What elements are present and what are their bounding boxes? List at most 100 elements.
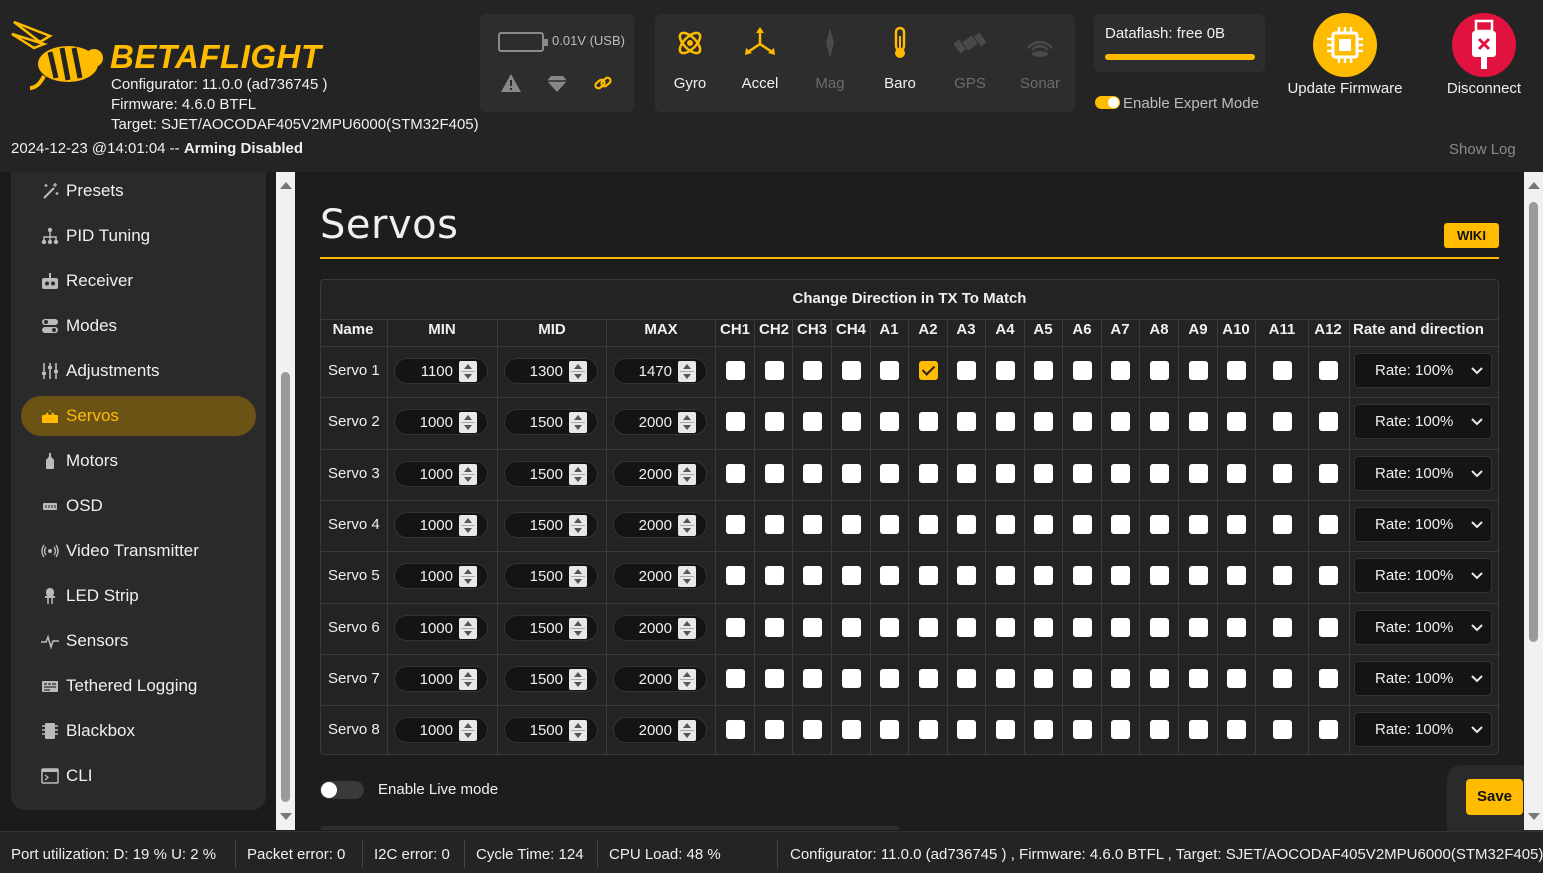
reverse-channel-a6-checkbox[interactable] [1073,720,1092,740]
reverse-channel-a5-checkbox[interactable] [1034,514,1053,534]
spinner-arrows-icon[interactable] [459,361,477,382]
reverse-channel-a8-checkbox[interactable] [1150,514,1169,534]
reverse-channel-a9-checkbox[interactable] [1189,412,1208,432]
reverse-channel-ch1-checkbox[interactable] [726,668,745,688]
reverse-channel-ch2-checkbox[interactable] [765,514,784,534]
sidebar-item-video-transmitter[interactable]: Video Transmitter [21,531,256,571]
spinner-arrows-icon[interactable] [569,514,587,536]
sidebar-item-blackbox[interactable]: Blackbox [21,711,256,751]
reverse-channel-a8-checkbox[interactable] [1150,361,1169,380]
servo-max-input[interactable]: 2000 [613,511,707,538]
reverse-channel-a1-checkbox[interactable] [880,463,899,483]
reverse-channel-ch1-checkbox[interactable] [726,463,745,483]
reverse-channel-ch3-checkbox[interactable] [803,463,822,483]
reverse-channel-ch4-checkbox[interactable] [842,463,861,483]
spinner-arrows-icon[interactable] [459,412,477,434]
reverse-channel-ch3-checkbox[interactable] [803,668,822,688]
rate-direction-select[interactable]: Rate: 100% [1354,506,1492,542]
reverse-channel-a9-checkbox[interactable] [1189,361,1208,380]
reverse-channel-a5-checkbox[interactable] [1034,361,1053,380]
reverse-channel-a1-checkbox[interactable] [880,668,899,688]
reverse-channel-a2-checkbox[interactable] [919,412,938,432]
spinner-arrows-icon[interactable] [459,463,477,485]
reverse-channel-ch1-checkbox[interactable] [726,720,745,740]
reverse-channel-a1-checkbox[interactable] [880,361,899,380]
servo-mid-input[interactable]: 1500 [504,665,598,692]
reverse-channel-a4-checkbox[interactable] [996,668,1015,688]
reverse-channel-a1-checkbox[interactable] [880,412,899,432]
reverse-channel-a3-checkbox[interactable] [957,617,976,637]
servo-mid-input[interactable]: 1500 [504,511,598,538]
reverse-channel-ch4-checkbox[interactable] [842,668,861,688]
spinner-arrows-icon[interactable] [678,668,696,690]
servo-min-input[interactable]: 1000 [394,717,488,744]
spinner-arrows-icon[interactable] [569,668,587,690]
reverse-channel-a2-checkbox[interactable] [919,566,938,586]
show-log-link[interactable]: Show Log [1449,141,1516,158]
reverse-channel-ch2-checkbox[interactable] [765,361,784,380]
reverse-channel-a12-checkbox[interactable] [1319,566,1338,586]
reverse-channel-a10-checkbox[interactable] [1227,617,1246,637]
reverse-channel-a10-checkbox[interactable] [1227,566,1246,586]
reverse-channel-a2-checkbox[interactable] [919,720,938,740]
spinner-arrows-icon[interactable] [569,412,587,434]
reverse-channel-a2-checkbox[interactable] [919,463,938,483]
spinner-arrows-icon[interactable] [459,668,477,690]
reverse-channel-a12-checkbox[interactable] [1319,463,1338,483]
reverse-channel-ch4-checkbox[interactable] [842,412,861,432]
sidebar-scrollbar[interactable] [276,172,295,830]
sidebar-item-osd[interactable]: OSD [21,486,256,526]
reverse-channel-a11-checkbox[interactable] [1273,668,1292,688]
servo-min-input[interactable]: 1000 [394,460,488,487]
reverse-channel-ch2-checkbox[interactable] [765,412,784,432]
content-scroll-thumb[interactable] [1529,202,1538,642]
servo-min-input[interactable]: 1000 [394,563,488,590]
scroll-up-arrow[interactable] [280,182,292,189]
reverse-channel-a6-checkbox[interactable] [1073,566,1092,586]
reverse-channel-a5-checkbox[interactable] [1034,617,1053,637]
reverse-channel-a3-checkbox[interactable] [957,720,976,740]
reverse-channel-a11-checkbox[interactable] [1273,361,1292,380]
reverse-channel-a11-checkbox[interactable] [1273,514,1292,534]
reverse-channel-a6-checkbox[interactable] [1073,514,1092,534]
reverse-channel-a5-checkbox[interactable] [1034,720,1053,740]
reverse-channel-a7-checkbox[interactable] [1111,412,1130,432]
servo-min-input[interactable]: 1000 [394,665,488,692]
disconnect-button[interactable]: Disconnect [1409,13,1543,103]
reverse-channel-a10-checkbox[interactable] [1227,514,1246,534]
reverse-channel-ch3-checkbox[interactable] [803,514,822,534]
reverse-channel-a9-checkbox[interactable] [1189,463,1208,483]
reverse-channel-a12-checkbox[interactable] [1319,412,1338,432]
sidebar-item-receiver[interactable]: Receiver [21,261,256,301]
reverse-channel-a8-checkbox[interactable] [1150,720,1169,740]
reverse-channel-a9-checkbox[interactable] [1189,514,1208,534]
servo-min-input[interactable]: 1000 [394,614,488,641]
reverse-channel-ch4-checkbox[interactable] [842,720,861,740]
rate-direction-select[interactable]: Rate: 100% [1354,712,1492,748]
sidebar-item-cli[interactable]: CLI [21,756,256,796]
reverse-channel-ch3-checkbox[interactable] [803,412,822,432]
rate-direction-select[interactable]: Rate: 100% [1354,558,1492,594]
reverse-channel-a8-checkbox[interactable] [1150,566,1169,586]
reverse-channel-a4-checkbox[interactable] [996,412,1015,432]
reverse-channel-ch4-checkbox[interactable] [842,361,861,380]
rate-direction-select[interactable]: Rate: 100% [1354,455,1492,491]
reverse-channel-a8-checkbox[interactable] [1150,412,1169,432]
reverse-channel-a6-checkbox[interactable] [1073,412,1092,432]
sidebar-item-pid-tuning[interactable]: PID Tuning [21,216,256,256]
sidebar-item-motors[interactable]: Motors [21,441,256,481]
reverse-channel-a12-checkbox[interactable] [1319,514,1338,534]
expert-mode-toggle[interactable] [1095,96,1120,109]
reverse-channel-a10-checkbox[interactable] [1227,361,1246,380]
reverse-channel-a2-checkbox[interactable] [919,668,938,688]
reverse-channel-a7-checkbox[interactable] [1111,566,1130,586]
reverse-channel-a10-checkbox[interactable] [1227,412,1246,432]
reverse-channel-a6-checkbox[interactable] [1073,463,1092,483]
spinner-arrows-icon[interactable] [678,412,696,434]
servo-mid-input[interactable]: 1500 [504,409,598,436]
reverse-channel-a9-checkbox[interactable] [1189,668,1208,688]
reverse-channel-a10-checkbox[interactable] [1227,463,1246,483]
spinner-arrows-icon[interactable] [459,566,477,588]
sidebar-item-modes[interactable]: Modes [21,306,256,346]
servo-mid-input[interactable]: 1500 [504,563,598,590]
